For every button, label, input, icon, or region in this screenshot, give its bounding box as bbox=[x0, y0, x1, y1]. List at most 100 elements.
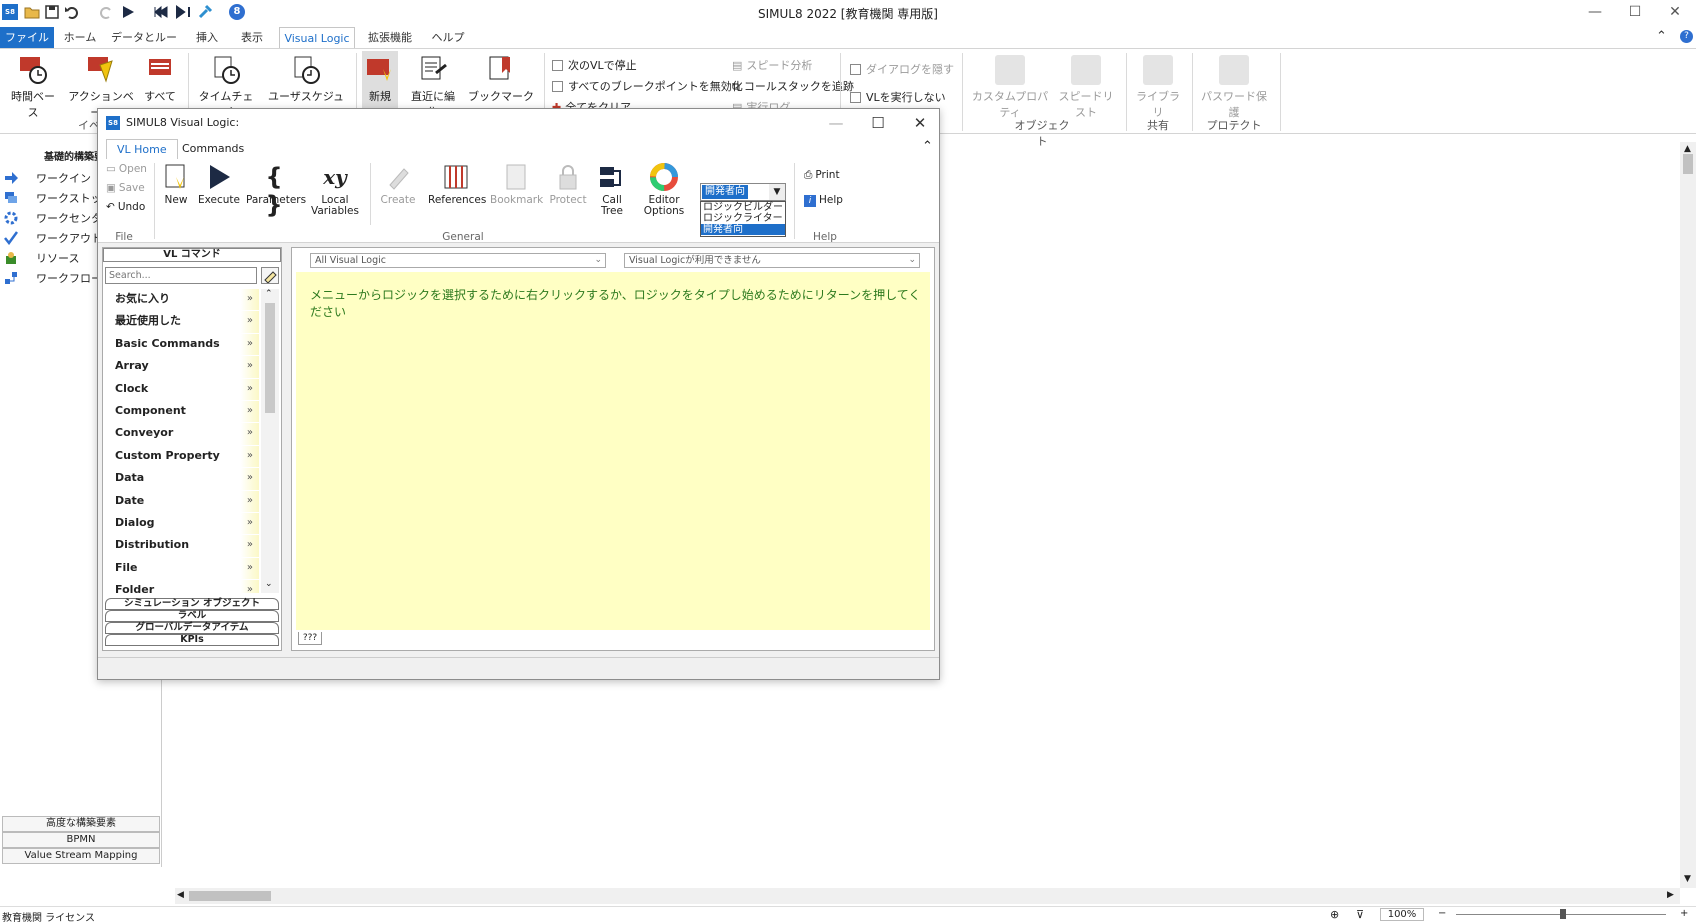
scroll-left-icon[interactable]: ◀ bbox=[177, 890, 184, 900]
scope-combobox[interactable]: All Visual Logic ⌄ bbox=[310, 253, 606, 268]
mode-option-developer[interactable]: 開発者向 bbox=[701, 224, 785, 235]
editor-options-button[interactable]: Editor Options bbox=[638, 163, 690, 217]
custom-property-button[interactable]: カスタムプロパティ bbox=[970, 55, 1050, 120]
command-category-item[interactable]: Data» bbox=[107, 468, 259, 491]
editor-sheet-tab[interactable]: ??? bbox=[298, 632, 322, 645]
scroll-down-icon[interactable]: ▼ bbox=[1684, 874, 1691, 884]
simulation-objects-tab[interactable]: シミュレーション オブジェクト bbox=[105, 598, 279, 610]
collapse-dialog-ribbon-icon[interactable]: ⌃ bbox=[922, 139, 933, 154]
zoom-fit-icon[interactable]: ⊕ bbox=[1330, 908, 1339, 921]
dialog-close-button[interactable]: ✕ bbox=[902, 111, 938, 135]
protect-button[interactable]: Protect bbox=[548, 163, 588, 206]
local-variables-button[interactable]: xy Local Variables bbox=[310, 163, 360, 217]
workspace-vertical-scrollbar[interactable]: ▲ ▼ bbox=[1680, 142, 1696, 888]
scroll-up-icon[interactable]: ⌃ bbox=[265, 289, 273, 299]
command-category-item[interactable]: Folder» bbox=[107, 580, 259, 593]
help-button[interactable]: i Help bbox=[804, 194, 843, 207]
command-category-item[interactable]: Custom Property» bbox=[107, 445, 259, 469]
advanced-blocks-tab[interactable]: 高度な構築要素 bbox=[2, 816, 160, 832]
tab-home[interactable]: ホーム bbox=[60, 27, 100, 48]
tab-data-and-rules[interactable]: データとルール bbox=[108, 27, 180, 65]
command-category-item[interactable]: Component» bbox=[107, 400, 259, 424]
command-category-item[interactable]: Array» bbox=[107, 356, 259, 379]
library-button[interactable]: ライブラリ bbox=[1134, 55, 1182, 120]
mode-option-logic-writer[interactable]: ロジックライター bbox=[701, 213, 785, 224]
all-button[interactable]: すべて bbox=[144, 55, 176, 104]
command-category-item[interactable]: Basic Commands» bbox=[107, 333, 259, 357]
close-button[interactable]: ✕ bbox=[1654, 0, 1696, 24]
work-entry-item[interactable]: ワークイン bbox=[4, 170, 91, 188]
bookmark-button[interactable]: Bookmark bbox=[490, 163, 543, 206]
command-category-item[interactable]: File» bbox=[107, 557, 259, 581]
resource-item[interactable]: リソース bbox=[4, 250, 79, 268]
kpis-tab[interactable]: KPIs bbox=[105, 634, 279, 646]
maximize-button[interactable]: ☐ bbox=[1614, 0, 1656, 24]
mode-option-logic-builder[interactable]: ロジックビルダー bbox=[701, 202, 785, 213]
tab-insert[interactable]: 挿入 bbox=[190, 27, 224, 48]
tab-view[interactable]: 表示 bbox=[232, 27, 272, 48]
scroll-thumb[interactable] bbox=[189, 891, 271, 901]
time-based-button[interactable]: 時間ベース bbox=[8, 55, 58, 120]
bpmn-tab[interactable]: BPMN bbox=[2, 832, 160, 848]
save-button[interactable]: ▣ Save bbox=[106, 182, 145, 194]
value-stream-mapping-tab[interactable]: Value Stream Mapping bbox=[2, 848, 160, 864]
activity-item[interactable]: ワークセンタ bbox=[4, 210, 102, 228]
scroll-up-icon[interactable]: ▲ bbox=[1684, 144, 1691, 154]
collapse-ribbon-icon[interactable]: ⌃ bbox=[1656, 29, 1667, 44]
parameters-button[interactable]: { } Parameters bbox=[246, 163, 306, 219]
password-protect-button[interactable]: パスワード保護 bbox=[1198, 55, 1270, 120]
workspace-horizontal-scrollbar[interactable]: ◀ ▶ bbox=[175, 888, 1680, 904]
tab-file[interactable]: ファイル bbox=[0, 27, 54, 48]
create-button[interactable]: Create bbox=[376, 163, 420, 206]
open-button[interactable]: ▭ Open bbox=[106, 163, 147, 175]
filter-icon[interactable]: ⊽ bbox=[1356, 908, 1364, 921]
work-exit-item[interactable]: ワークアウト bbox=[4, 230, 102, 248]
clear-search-button[interactable] bbox=[261, 267, 279, 284]
new-button[interactable]: 新規 bbox=[362, 51, 398, 113]
speed-list-button[interactable]: スピードリスト bbox=[1056, 55, 1116, 120]
command-category-item[interactable]: お気に入り» bbox=[107, 289, 259, 312]
tab-vl-home[interactable]: VL Home bbox=[106, 139, 178, 159]
commands-search-input[interactable] bbox=[105, 267, 257, 284]
global-data-items-tab[interactable]: グローバルデータアイテム bbox=[105, 622, 279, 634]
speed-analysis-button[interactable]: ▤ スピード分析 bbox=[732, 57, 812, 73]
command-category-item[interactable]: Dialog» bbox=[107, 512, 259, 536]
zoom-out-icon[interactable]: − bbox=[1438, 908, 1446, 919]
editor-mode-select[interactable]: 開発者向 ▼ bbox=[700, 183, 786, 201]
scroll-thumb[interactable] bbox=[1683, 154, 1693, 174]
dialog-maximize-button[interactable]: ☐ bbox=[860, 111, 896, 135]
command-category-item[interactable]: Date» bbox=[107, 490, 259, 513]
command-category-item[interactable]: Distribution» bbox=[107, 535, 259, 558]
undo-button[interactable]: ↶ Undo bbox=[106, 201, 145, 213]
call-tree-button[interactable]: Call Tree bbox=[594, 163, 630, 217]
references-button[interactable]: References bbox=[428, 163, 486, 206]
tab-help[interactable]: ヘルプ bbox=[428, 27, 468, 48]
dialog-minimize-button[interactable]: — bbox=[818, 111, 854, 135]
tab-commands[interactable]: Commands bbox=[172, 139, 254, 159]
call-stack-trace-button[interactable]: ⧉ コールスタックを追跡 bbox=[732, 78, 854, 94]
visual-logic-combobox[interactable]: Visual Logicが利用できません ⌄ bbox=[624, 253, 920, 268]
chevron-down-icon[interactable]: ▼ bbox=[769, 184, 785, 200]
disable-breakpoints-checkbox[interactable]: すべてのブレークポイントを無効化 bbox=[552, 78, 743, 94]
hide-dialog-checkbox[interactable]: ダイアログを隠す bbox=[850, 61, 954, 77]
dont-run-vl-checkbox[interactable]: VLを実行しない bbox=[850, 89, 946, 105]
scroll-right-icon[interactable]: ▶ bbox=[1667, 890, 1674, 900]
labels-tab[interactable]: ラベル bbox=[105, 610, 279, 622]
command-category-item[interactable]: Conveyor» bbox=[107, 423, 259, 446]
stop-at-next-vl-checkbox[interactable]: 次のVLで停止 bbox=[552, 57, 637, 73]
command-category-item[interactable]: Clock» bbox=[107, 378, 259, 401]
commands-scrollbar[interactable]: ⌃ ⌄ bbox=[261, 289, 279, 593]
zoom-slider-thumb[interactable] bbox=[1560, 909, 1566, 919]
minimize-button[interactable]: — bbox=[1574, 0, 1616, 24]
new-logic-button[interactable]: New bbox=[160, 163, 192, 206]
tab-extensions[interactable]: 拡張機能 bbox=[362, 27, 418, 48]
help-circle-icon[interactable]: ? bbox=[1680, 30, 1693, 43]
print-button[interactable]: ⎙ Print bbox=[804, 169, 840, 182]
zoom-in-icon[interactable]: + bbox=[1680, 908, 1688, 919]
zoom-level[interactable]: 100% bbox=[1380, 908, 1424, 921]
command-category-item[interactable]: 最近使用した» bbox=[107, 311, 259, 334]
scroll-thumb[interactable] bbox=[265, 303, 275, 413]
storage-item[interactable]: ワークストッ bbox=[4, 190, 102, 208]
scroll-down-icon[interactable]: ⌄ bbox=[265, 579, 273, 589]
execute-button[interactable]: Execute bbox=[198, 163, 240, 206]
